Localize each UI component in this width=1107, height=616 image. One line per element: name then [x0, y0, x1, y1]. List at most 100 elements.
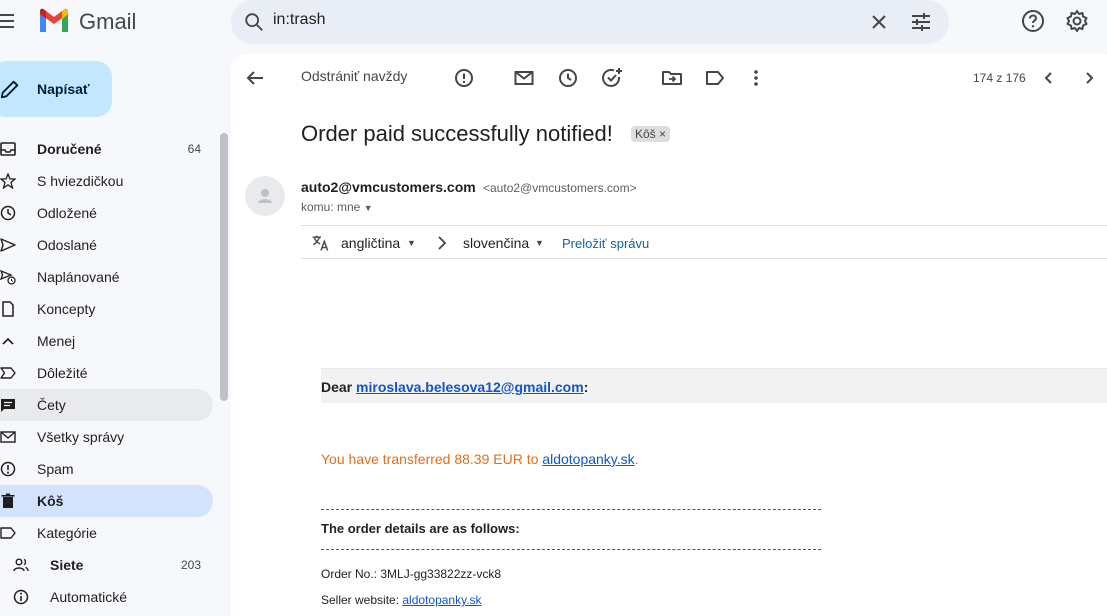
scheduled-send-icon	[0, 269, 16, 285]
settings-gear-icon[interactable]	[1065, 9, 1089, 33]
sender-name[interactable]: auto2@vmcustomers.com	[301, 179, 476, 195]
sidebar-item-less[interactable]: Menej	[0, 325, 213, 357]
sidebar-item-label: Menej	[37, 333, 76, 349]
move-to-folder-icon[interactable]	[660, 66, 684, 90]
translate-message-link[interactable]: Preložiť správu	[562, 236, 649, 251]
dashed-divider	[321, 549, 821, 557]
help-icon[interactable]	[1021, 9, 1045, 33]
transfer-notice: You have transferred 88.39 EUR to aldoto…	[321, 451, 639, 467]
greeting-text: Dear miroslava.belesova12@gmail.com:	[321, 379, 588, 395]
sidebar-item-label: Kategórie	[37, 525, 97, 541]
main-menu-icon[interactable]	[0, 10, 18, 32]
message-view: Odstrániť navždy 174 z 176 Order paid su…	[231, 54, 1107, 616]
send-icon	[0, 238, 16, 252]
sidebar-item-label: S hviezdičkou	[37, 173, 124, 189]
search-options-icon[interactable]	[909, 10, 933, 34]
target-dropdown-icon[interactable]: ▼	[535, 238, 544, 248]
delete-forever-button[interactable]: Odstrániť navždy	[301, 68, 407, 84]
recipient-line[interactable]: komu: mne ▼	[301, 200, 373, 214]
chevron-up-icon	[2, 337, 14, 345]
sidebar-item-sent[interactable]: Odoslané	[0, 229, 213, 261]
greeting-prefix: Dear	[321, 379, 357, 395]
clear-search-icon[interactable]	[867, 10, 891, 34]
sidebar-item-important[interactable]: Dôležité	[0, 357, 213, 389]
sidebar-item-label: Siete	[50, 557, 84, 573]
translate-icon	[312, 235, 329, 251]
pencil-icon	[0, 80, 19, 99]
add-to-tasks-icon[interactable]	[600, 66, 624, 90]
star-icon	[0, 173, 16, 189]
spam-icon	[0, 461, 16, 477]
all-mail-icon	[0, 431, 16, 443]
report-spam-icon[interactable]	[452, 66, 476, 90]
sidebar-item-updates[interactable]: Automatické	[0, 581, 213, 613]
sidebar-item-label: Doručené	[37, 141, 102, 157]
sidebar-item-drafts[interactable]: Koncepty	[0, 293, 213, 325]
sidebar-item-label: Odoslané	[37, 237, 97, 253]
sidebar-item-label: Kôš	[37, 493, 64, 509]
sidebar-item-label: Koncepty	[37, 301, 96, 317]
sidebar-item-categories[interactable]: Kategórie	[0, 517, 213, 549]
source-dropdown-icon[interactable]: ▼	[407, 238, 416, 248]
search-input[interactable]: in:trash	[273, 11, 325, 29]
transfer-end: .	[634, 451, 639, 467]
compose-label: Napísať	[37, 81, 90, 97]
people-icon	[13, 558, 29, 572]
more-options-icon[interactable]	[744, 66, 768, 90]
sidebar-item-snoozed[interactable]: Odložené	[0, 197, 213, 229]
draft-icon	[2, 301, 14, 317]
seller-website-link[interactable]: aldotopanky.sk	[402, 593, 481, 607]
label-chip-text: Kôš	[635, 127, 656, 141]
remove-label-icon[interactable]: ×	[659, 127, 666, 141]
sidebar-item-label: Automatické	[50, 589, 128, 605]
sidebar-item-label: Dôležité	[37, 365, 88, 381]
sidebar-item-spam[interactable]: Spam	[0, 453, 213, 485]
back-arrow-icon[interactable]	[243, 66, 267, 90]
target-language-select[interactable]: slovenčina	[463, 235, 529, 251]
sidebar-item-label: Spam	[37, 461, 74, 477]
top-bar: Gmail in:trash	[0, 0, 1107, 44]
person-icon	[258, 189, 272, 203]
sidebar-item-trash[interactable]: Kôš	[0, 485, 213, 517]
gmail-logo-icon[interactable]	[38, 8, 70, 34]
important-label-icon	[0, 367, 16, 379]
dashed-divider	[321, 509, 821, 517]
inbox-icon	[0, 142, 16, 156]
chevron-right-icon[interactable]	[1077, 66, 1101, 90]
clock-icon	[0, 205, 16, 221]
recipient-email-link[interactable]: miroslava.belesova12@gmail.com	[356, 379, 584, 395]
sender-email: <auto2@vmcustomers.com>	[483, 181, 637, 195]
sender-avatar[interactable]	[245, 176, 285, 216]
compose-button[interactable]: Napísať	[0, 61, 112, 117]
search-bar[interactable]: in:trash	[231, 0, 949, 44]
details-dropdown-icon[interactable]: ▼	[364, 203, 373, 213]
sidebar-item-social[interactable]: Siete 203	[0, 549, 213, 581]
divider	[301, 258, 1107, 259]
sidebar-item-inbox[interactable]: Doručené 64	[0, 133, 213, 165]
chat-icon	[1, 399, 15, 412]
label-icon	[0, 527, 16, 539]
search-icon[interactable]	[243, 11, 265, 33]
unread-count: 203	[180, 558, 201, 572]
sidebar-item-scheduled[interactable]: Naplánované	[0, 261, 213, 293]
chevron-left-icon[interactable]	[1037, 66, 1061, 90]
sidebar-item-label: Čety	[37, 397, 66, 413]
chevron-right-icon	[438, 236, 447, 250]
order-details-heading: The order details are as follows:	[321, 521, 520, 536]
greeting-suffix: :	[583, 379, 589, 395]
label-icon[interactable]	[703, 66, 727, 90]
seller-label: Seller website:	[321, 593, 403, 607]
source-language-select[interactable]: angličtina	[341, 235, 400, 251]
mark-unread-icon[interactable]	[512, 66, 536, 90]
sidebar-item-starred[interactable]: S hviezdičkou	[0, 165, 213, 197]
page-count: 174 z 176	[973, 71, 1026, 85]
merchant-link[interactable]: aldotopanky.sk	[542, 451, 634, 467]
recipient-text: komu: mne	[301, 200, 361, 214]
snooze-clock-icon[interactable]	[556, 66, 580, 90]
sidebar-item-all-mail[interactable]: Všetky správy	[0, 421, 213, 453]
order-number: Order No.: 3MLJ-gg33822zz-vck8	[321, 567, 502, 581]
sidebar-item-chats[interactable]: Čety	[0, 389, 213, 421]
sidebar-scrollbar[interactable]	[220, 133, 228, 401]
sidebar-item-label: Naplánované	[37, 269, 120, 285]
trash-label-chip[interactable]: Kôš ×	[631, 126, 671, 142]
